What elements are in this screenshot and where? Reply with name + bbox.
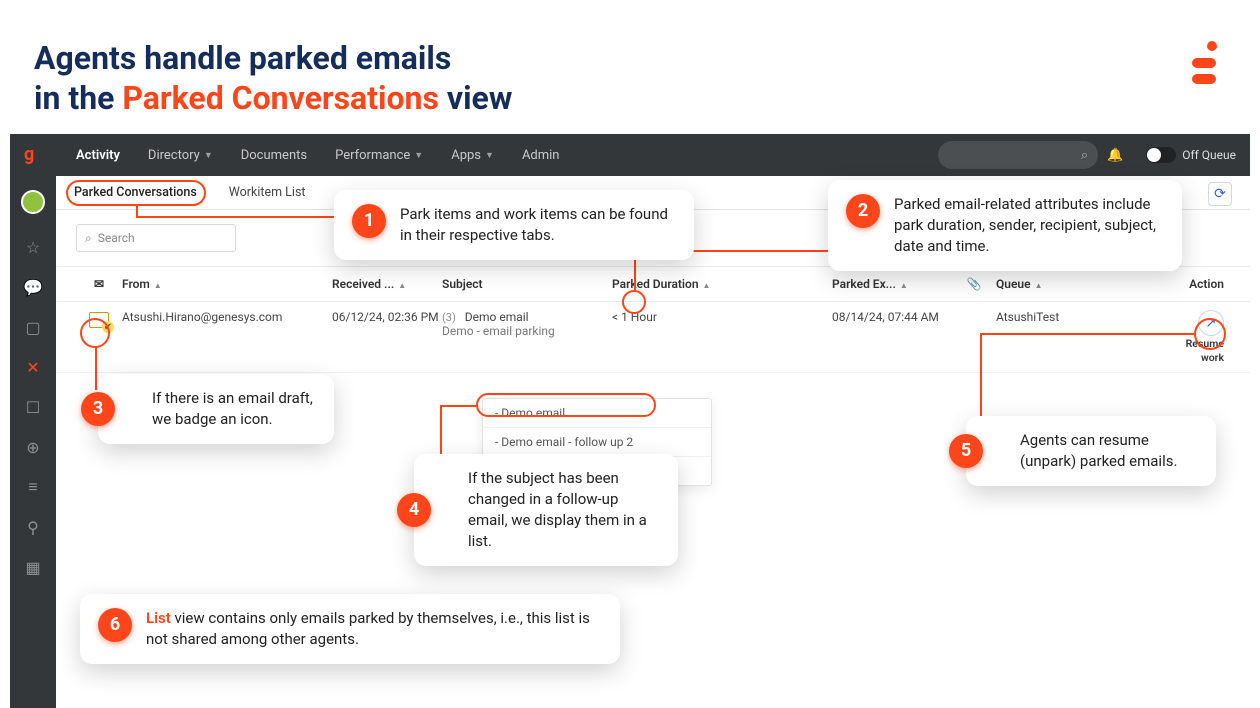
annotation-3: 3 If there is an email draft, we badge a…	[98, 374, 334, 444]
slide-title: Agents handle parked emails in the Parke…	[34, 38, 512, 118]
col-duration[interactable]: Parked Duration▲	[612, 277, 832, 291]
sort-icon: ▲	[1035, 281, 1043, 290]
annotation-6: 6 List view contains only emails parked …	[80, 594, 620, 664]
subject-count: (3)	[442, 311, 456, 324]
apps-grid-icon[interactable]: ▦	[22, 556, 44, 578]
paperclip-icon: 📎	[967, 277, 982, 291]
app-logo-icon: g	[24, 144, 34, 165]
slide-title-line1: Agents handle parked emails	[34, 38, 512, 78]
highlight-ring	[622, 290, 646, 314]
queue-toggle-label: Off Queue	[1182, 148, 1236, 162]
col-queue[interactable]: Queue▲	[996, 277, 1176, 291]
annotation-text: Agents can resume (unpark) parked emails…	[1020, 430, 1198, 472]
queue-toggle[interactable]: Off Queue	[1132, 147, 1250, 163]
annotation-number: 1	[352, 204, 386, 238]
mail-icon: ✉	[94, 277, 104, 291]
cell-queue: AtsushiTest	[996, 310, 1176, 324]
cell-subject[interactable]: (3) Demo email Demo - email parking	[442, 310, 612, 338]
topbar: g Activity Directory▼ Documents Performa…	[10, 134, 1250, 176]
annotation-5: 5 Agents can resume (unpark) parked emai…	[966, 416, 1216, 486]
nav-admin[interactable]: Admin	[508, 148, 574, 163]
sort-icon: ▲	[154, 281, 162, 290]
connector	[136, 206, 138, 216]
annotation-number: 3	[81, 392, 115, 426]
slide-title-line2: in the Parked Conversations view	[34, 78, 512, 118]
col-expires[interactable]: Parked Ex...▲	[832, 277, 952, 291]
highlight-ring	[80, 318, 110, 348]
nav-performance[interactable]: Performance▼	[321, 148, 437, 163]
nav-documents[interactable]: Documents	[227, 148, 321, 163]
col-attachment: 📎	[952, 277, 996, 291]
annotation-number: 4	[397, 493, 431, 527]
sort-icon: ▲	[900, 281, 908, 290]
chevron-down-icon: ▼	[204, 150, 213, 161]
col-action: Action	[1176, 277, 1250, 291]
highlight-ring	[476, 393, 656, 417]
search-icon: ⌕	[1081, 148, 1088, 163]
annotation-1: 1 Park items and work items can be found…	[334, 190, 694, 260]
cell-duration: < 1 Hour	[612, 310, 832, 324]
search-icon: ⌕	[85, 231, 92, 246]
parked-table: ✉ From▲ Received ...▲ Subject Parked Dur…	[56, 266, 1250, 373]
chevron-down-icon: ▼	[485, 150, 494, 161]
list-icon[interactable]: ≡	[22, 476, 44, 498]
annotation-text: Parked email-related attributes include …	[894, 194, 1164, 257]
lifebuoy-icon[interactable]: ⊕	[22, 436, 44, 458]
annotation-number: 2	[846, 194, 880, 228]
connector	[95, 348, 97, 390]
col-received[interactable]: Received ...▲	[332, 277, 442, 291]
annotation-text: If there is an email draft, we badge an …	[152, 388, 316, 430]
avatar[interactable]	[21, 190, 45, 214]
list-search[interactable]: ⌕ Search	[76, 224, 236, 252]
annotation-2: 2 Parked email-related attributes includ…	[828, 180, 1182, 271]
annotation-text: If the subject has been changed in a fol…	[468, 468, 660, 552]
refresh-button[interactable]: ⟳	[1208, 182, 1232, 206]
toggle-knob	[1147, 148, 1161, 162]
left-rail: ☆ 💬 ▢ ✕ ☐ ⊕ ≡ ⚲ ▦	[10, 176, 56, 708]
brand-logo	[1188, 40, 1220, 88]
sort-icon: ▲	[703, 281, 711, 290]
connector	[136, 216, 356, 218]
connector	[440, 405, 476, 407]
chat-icon[interactable]: 💬	[22, 276, 44, 298]
connector	[980, 333, 1194, 335]
global-search[interactable]: ⌕	[938, 141, 1098, 169]
notifications-icon[interactable]: 🔔	[1098, 148, 1132, 163]
annotation-text: Park items and work items can be found i…	[400, 204, 676, 246]
highlight-ring	[1194, 318, 1226, 350]
cell-received: 06/12/24, 02:36 PM	[332, 310, 442, 324]
annotation-4: 4 If the subject has been changed in a f…	[414, 454, 678, 566]
annotation-number: 6	[98, 608, 132, 642]
inbox-icon[interactable]: ☐	[22, 396, 44, 418]
tab-workitem-list[interactable]: Workitem List	[225, 185, 310, 200]
toggle-track	[1146, 147, 1176, 163]
video-icon[interactable]: ▢	[22, 316, 44, 338]
nav-directory[interactable]: Directory▼	[134, 148, 227, 163]
phone-off-icon[interactable]: ✕	[22, 356, 44, 378]
nav-activity[interactable]: Activity	[62, 148, 134, 163]
nav-apps[interactable]: Apps▼	[437, 148, 508, 163]
annotation-number: 5	[949, 434, 983, 468]
people-icon[interactable]: ⚲	[22, 516, 44, 538]
chevron-down-icon: ▼	[414, 150, 423, 161]
sort-icon: ▲	[398, 281, 406, 290]
highlight-ring	[66, 180, 206, 206]
cell-from: Atsushi.Hirano@genesys.com	[122, 310, 332, 324]
col-from[interactable]: From▲	[122, 277, 332, 291]
col-subject[interactable]: Subject	[442, 277, 612, 291]
table-row[interactable]: Atsushi.Hirano@genesys.com 06/12/24, 02:…	[56, 302, 1250, 373]
table-header: ✉ From▲ Received ...▲ Subject Parked Dur…	[56, 266, 1250, 302]
annotation-text: List view contains only emails parked by…	[146, 608, 602, 650]
refresh-icon: ⟳	[1214, 186, 1226, 202]
star-icon[interactable]: ☆	[22, 236, 44, 258]
cell-expires: 08/14/24, 07:44 AM	[832, 310, 952, 324]
col-mail-icon: ✉	[76, 277, 122, 291]
list-item[interactable]: - Demo email - follow up 2	[483, 428, 711, 457]
search-placeholder: Search	[98, 231, 135, 245]
